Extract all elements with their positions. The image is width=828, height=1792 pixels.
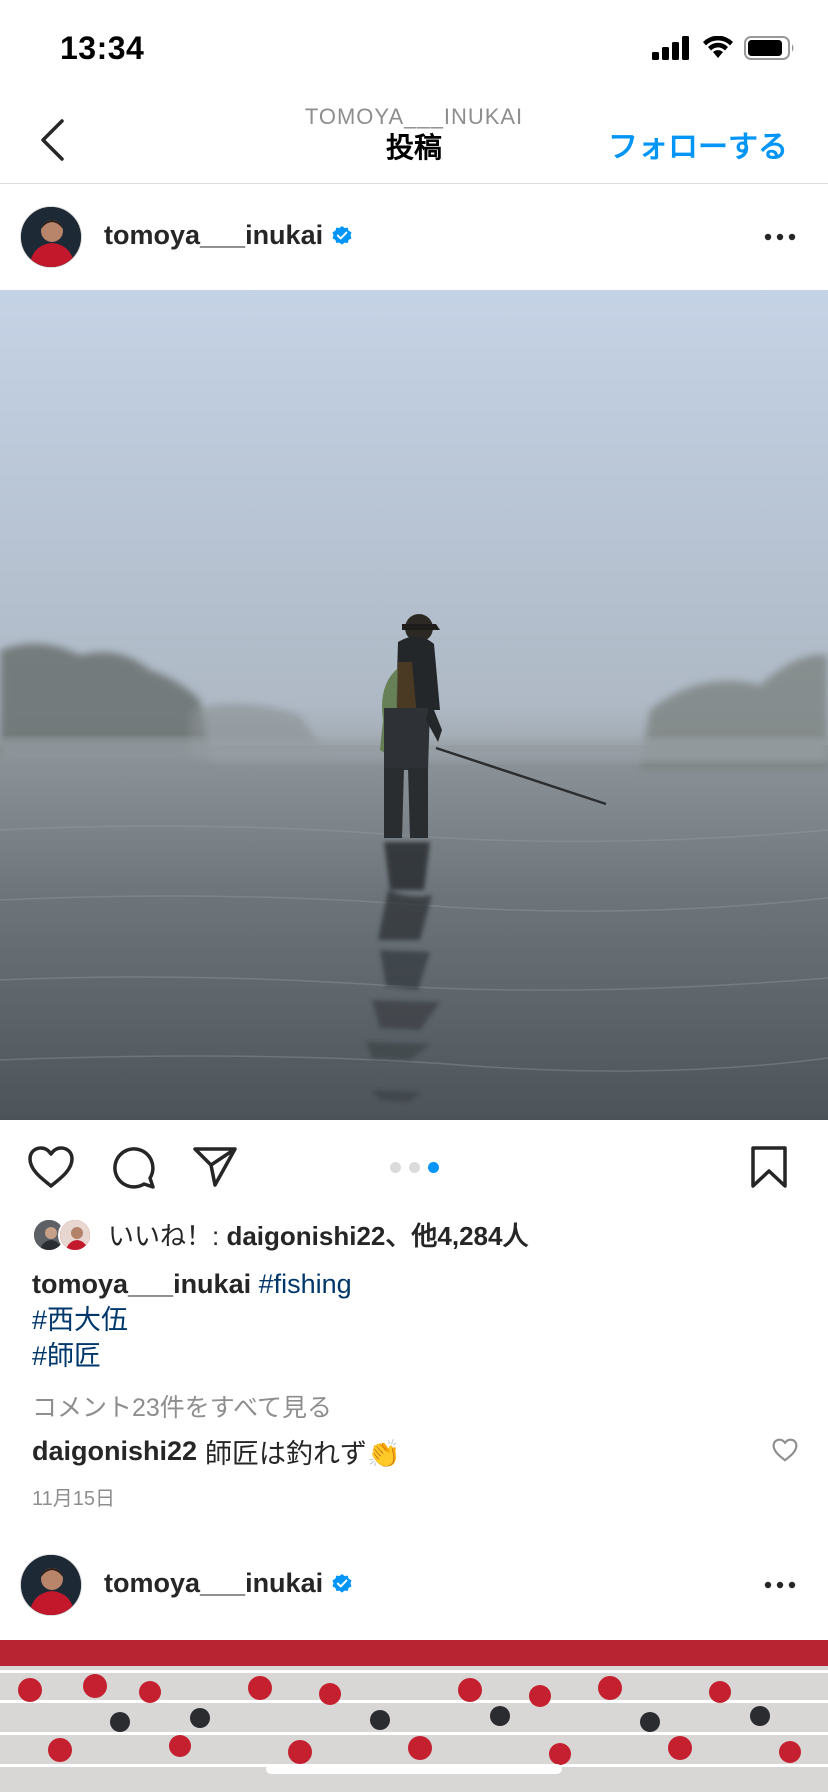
status-icons bbox=[652, 34, 796, 62]
view-all-comments[interactable]: コメント23件をすべて見る bbox=[32, 1388, 332, 1424]
username-row[interactable]: tomoya___inukai bbox=[104, 220, 353, 251]
post-actions bbox=[0, 1120, 828, 1214]
carousel-indicator bbox=[0, 1162, 828, 1173]
heart-icon bbox=[772, 1438, 798, 1462]
battery-icon bbox=[744, 36, 794, 60]
status-time: 13:34 bbox=[60, 30, 145, 66]
top-comment: daigonishi22 師匠は釣れず👏 bbox=[32, 1432, 401, 1471]
more-button[interactable] bbox=[760, 1570, 800, 1600]
bookmark-icon bbox=[751, 1146, 787, 1188]
likes-user[interactable]: daigonishi22 bbox=[226, 1221, 385, 1251]
status-bar: 13:34 bbox=[0, 0, 828, 96]
comment-username[interactable]: daigonishi22 bbox=[32, 1436, 197, 1467]
liker-avatar bbox=[58, 1217, 92, 1252]
more-button[interactable] bbox=[760, 222, 800, 252]
more-icon bbox=[764, 233, 796, 241]
likes-prefix: いいね！: bbox=[108, 1221, 227, 1251]
post-header: tomoya___inukai bbox=[0, 184, 828, 290]
caption-username[interactable]: tomoya___inukai bbox=[32, 1269, 251, 1299]
hashtag[interactable]: #fishing bbox=[259, 1269, 352, 1299]
home-indicator[interactable] bbox=[266, 1764, 562, 1774]
post-username[interactable]: tomoya___inukai bbox=[104, 1568, 323, 1599]
post-image[interactable] bbox=[0, 290, 828, 1120]
comment-text: 師匠は釣れず👏 bbox=[205, 1439, 401, 1469]
carousel-dot bbox=[408, 1162, 420, 1173]
avatar[interactable] bbox=[20, 206, 82, 268]
liker-avatars bbox=[32, 1217, 96, 1252]
nav-header: TOMOYA___INUKAI 投稿 フォローする bbox=[0, 96, 828, 184]
carousel-dot-active bbox=[427, 1162, 439, 1173]
avatar[interactable] bbox=[20, 1554, 82, 1616]
carousel-dot bbox=[389, 1162, 401, 1173]
verified-badge-icon bbox=[332, 225, 352, 245]
comment-like-button[interactable] bbox=[772, 1438, 798, 1464]
follow-button[interactable]: フォローする bbox=[608, 122, 788, 166]
likes-text: いいね！: daigonishi22、他4,284人 bbox=[108, 1216, 528, 1253]
likes-row[interactable]: いいね！: daigonishi22、他4,284人 bbox=[32, 1216, 528, 1253]
hashtag[interactable]: #西大伍 bbox=[32, 1302, 792, 1338]
post-date: 11月15日 bbox=[32, 1488, 116, 1510]
caption: tomoya___inukai #fishing #西大伍 #師匠 bbox=[32, 1266, 792, 1374]
more-icon bbox=[764, 1581, 796, 1589]
hashtag[interactable]: #師匠 bbox=[32, 1338, 792, 1374]
save-button[interactable] bbox=[744, 1142, 794, 1192]
post-username[interactable]: tomoya___inukai bbox=[104, 220, 323, 251]
wifi-icon bbox=[703, 36, 733, 58]
next-post-header: tomoya___inukai bbox=[0, 1532, 828, 1638]
likes-suffix: 、他 bbox=[385, 1221, 438, 1251]
username-row[interactable]: tomoya___inukai bbox=[104, 1568, 353, 1599]
likes-count[interactable]: 4,284人 bbox=[437, 1221, 528, 1251]
verified-badge-icon bbox=[332, 1573, 352, 1593]
signal-icon bbox=[652, 36, 689, 60]
